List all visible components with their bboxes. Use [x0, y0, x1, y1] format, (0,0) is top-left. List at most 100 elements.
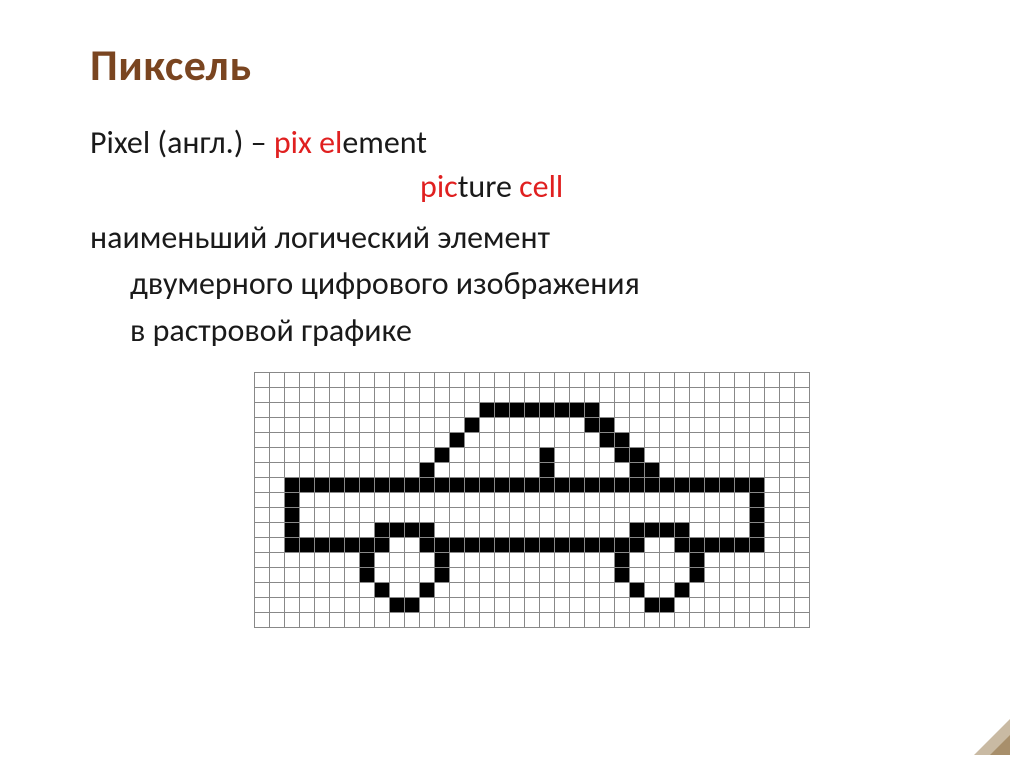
pixel-cell: [720, 372, 735, 387]
pixel-cell: [510, 597, 525, 612]
pixel-cell: [360, 612, 375, 627]
pixel-cell: [675, 537, 690, 552]
pixel-cell: [570, 552, 585, 567]
pixel-cell: [705, 612, 720, 627]
pixel-cell: [405, 417, 420, 432]
pixel-cell: [390, 612, 405, 627]
pixel-cell: [435, 402, 450, 417]
pixel-cell: [735, 612, 750, 627]
pixel-cell: [600, 567, 615, 582]
pixel-cell: [480, 402, 495, 417]
pixel-cell: [765, 417, 780, 432]
pixel-cell: [450, 447, 465, 462]
pixel-cell: [765, 402, 780, 417]
pixel-cell: [330, 537, 345, 552]
pixel-cell: [615, 402, 630, 417]
pixel-cell: [705, 582, 720, 597]
pixel-cell: [600, 522, 615, 537]
pixel-art-container: [90, 372, 974, 628]
pixel-cell: [345, 522, 360, 537]
pixel-cell: [555, 462, 570, 477]
pixel-cell: [705, 492, 720, 507]
pixel-cell: [645, 597, 660, 612]
pixel-cell: [420, 372, 435, 387]
pixel-cell: [555, 417, 570, 432]
pixel-cell: [465, 417, 480, 432]
pixel-cell: [480, 417, 495, 432]
pixel-cell: [465, 432, 480, 447]
pixel-cell: [285, 582, 300, 597]
pixel-cell: [645, 507, 660, 522]
pixel-cell: [795, 552, 810, 567]
pixel-cell: [780, 462, 795, 477]
pixel-cell: [315, 387, 330, 402]
pixel-cell: [345, 552, 360, 567]
pixel-cell: [390, 492, 405, 507]
pixel-cell: [510, 582, 525, 597]
pixel-cell: [450, 387, 465, 402]
pixel-cell: [270, 387, 285, 402]
pixel-cell: [735, 477, 750, 492]
pixel-cell: [465, 492, 480, 507]
pixel-cell: [465, 552, 480, 567]
pixel-cell: [330, 372, 345, 387]
pixel-cell: [345, 417, 360, 432]
pixel-cell: [780, 447, 795, 462]
pixel-cell: [570, 402, 585, 417]
pixel-cell: [750, 402, 765, 417]
pixel-cell: [735, 492, 750, 507]
pixel-cell: [255, 432, 270, 447]
pixel-cell: [375, 447, 390, 462]
pixel-cell: [480, 477, 495, 492]
pixel-cell: [780, 612, 795, 627]
pixel-cell: [540, 432, 555, 447]
pixel-cell: [480, 597, 495, 612]
etymology-line-1: Pixel (англ.) – pix element: [90, 120, 974, 166]
pixel-cell: [435, 582, 450, 597]
pixel-cell: [345, 462, 360, 477]
pixel-cell: [690, 597, 705, 612]
pixel-cell: [615, 582, 630, 597]
pixel-cell: [795, 492, 810, 507]
pixel-cell: [735, 402, 750, 417]
pixel-cell: [255, 417, 270, 432]
pixel-cell: [675, 522, 690, 537]
pixel-cell: [375, 597, 390, 612]
pixel-cell: [390, 402, 405, 417]
pixel-cell: [570, 447, 585, 462]
pixel-cell: [570, 597, 585, 612]
pixel-cell: [675, 387, 690, 402]
ement-rest: ement: [342, 123, 427, 162]
pixel-cell: [570, 522, 585, 537]
pixel-cell: [795, 537, 810, 552]
pixel-cell: [405, 492, 420, 507]
pixel-cell: [600, 537, 615, 552]
pixel-cell: [285, 612, 300, 627]
pixel-cell: [660, 402, 675, 417]
pixel-cell: [765, 492, 780, 507]
pixel-cell: [675, 372, 690, 387]
pixel-cell: [330, 582, 345, 597]
pixel-cell: [405, 537, 420, 552]
pixel-cell: [750, 567, 765, 582]
pixel-cell: [375, 402, 390, 417]
pixel-cell: [465, 522, 480, 537]
pixel-cell: [540, 507, 555, 522]
pixel-cell: [735, 447, 750, 462]
pixel-cell: [525, 447, 540, 462]
pixel-cell: [330, 402, 345, 417]
pixel-cell: [585, 612, 600, 627]
pixel-cell: [615, 387, 630, 402]
pixel-cell: [660, 522, 675, 537]
pixel-cell: [390, 537, 405, 552]
pixel-cell: [525, 597, 540, 612]
pixel-cell: [510, 402, 525, 417]
pixel-cell: [375, 432, 390, 447]
pixel-cell: [255, 552, 270, 567]
pixel-cell: [510, 492, 525, 507]
pixel-cell: [300, 417, 315, 432]
pixel-cell: [765, 567, 780, 582]
pixel-cell: [585, 537, 600, 552]
pixel-cell: [525, 612, 540, 627]
pixel-cell: [645, 387, 660, 402]
